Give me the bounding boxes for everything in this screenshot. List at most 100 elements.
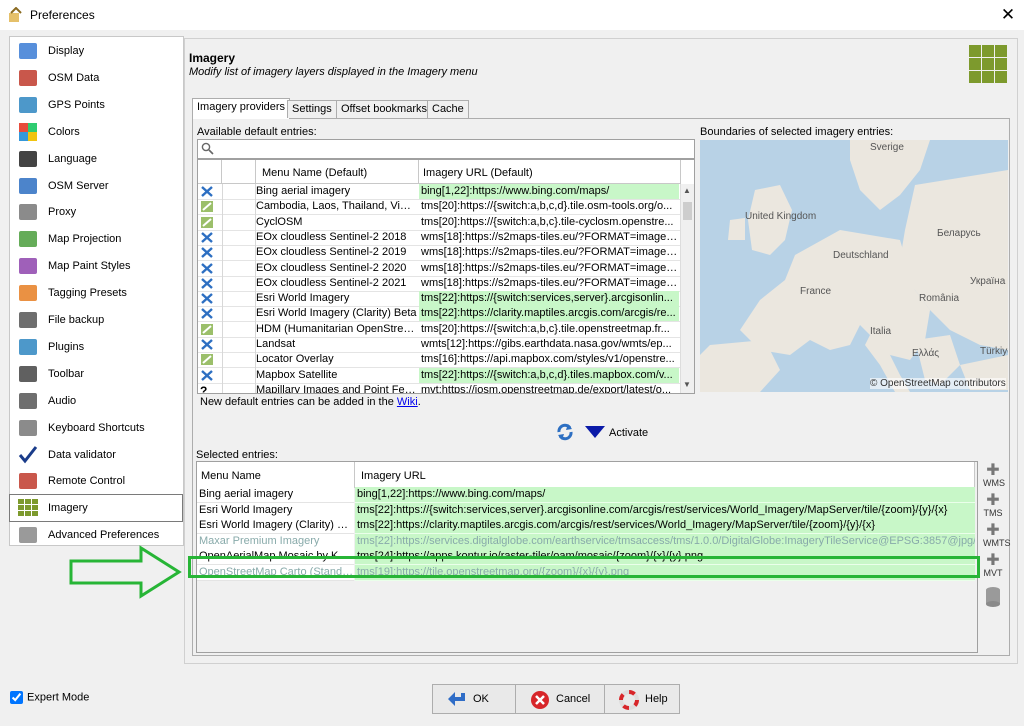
sidebar-item-file-backup[interactable]: File backup xyxy=(10,307,182,333)
tab-offset-bookmarks[interactable]: Offset bookmarks xyxy=(336,100,432,118)
scroll-up-icon[interactable]: ▲ xyxy=(683,186,691,195)
column-header-menu-name[interactable]: Menu Name (Default) xyxy=(256,160,419,184)
file-backup-icon xyxy=(18,311,38,329)
vertical-scrollbar[interactable]: ▲ ▼ xyxy=(680,184,694,393)
scroll-down-icon[interactable]: ▼ xyxy=(683,380,691,389)
sidebar-item-audio[interactable]: Audio xyxy=(10,388,182,414)
add-wmts-button[interactable]: ✚ WMTS xyxy=(983,523,1011,549)
sidebar-item-data-validator[interactable]: Data validator xyxy=(10,442,182,468)
wms-layer-icon xyxy=(200,185,214,198)
osm-server-icon xyxy=(18,177,38,195)
audio-icon xyxy=(18,392,38,410)
sidebar-item-map-paint-styles[interactable]: Map Paint Styles xyxy=(10,253,182,279)
boundaries-map[interactable]: Sverige United Kingdom Беларусь Deutschl… xyxy=(700,140,1008,392)
available-entries-label: Available default entries: xyxy=(197,126,317,138)
table-row[interactable]: EOx cloudless Sentinel-2 2018 wms[18]:htt… xyxy=(198,230,681,246)
wiki-link[interactable]: Wiki xyxy=(397,396,418,408)
sidebar-item-plugins[interactable]: Plugins xyxy=(10,334,182,360)
tab-imagery-providers[interactable]: Imagery providers xyxy=(192,98,291,119)
entry-url: wms[18]:https://s2maps-tiles.eu/?FORMAT=… xyxy=(421,261,679,274)
table-row[interactable]: Bing aerial imagery bing[1,22]:https://ww… xyxy=(197,487,977,503)
table-row[interactable]: Landsat wmts[12]:https://gibs.earthdata.n… xyxy=(198,337,681,353)
table-row[interactable]: Mapbox Satellite tms[22]:https://{switch:… xyxy=(198,367,681,384)
table-row[interactable]: ? Mapillary Images and Point Feat... mvt:h… xyxy=(198,383,681,394)
entry-url: tms[22]:https://{switch:a,b,c,d}.tiles.m… xyxy=(419,367,679,383)
sidebar-item-map-projection[interactable]: Map Projection xyxy=(10,226,182,252)
selected-entries-label: Selected entries: xyxy=(196,449,278,461)
table-row[interactable]: Esri World Imagery (Clarity) Beta tms[22]… xyxy=(198,306,681,323)
table-row[interactable]: CyclOSM tms[20]:https://{switch:a,b,c}.ti… xyxy=(198,215,681,231)
help-label: Help xyxy=(645,693,668,705)
sidebar-item-label: Colors xyxy=(48,125,80,138)
activate-button-label[interactable]: Activate xyxy=(609,427,648,439)
column-header-imagery-url[interactable]: Imagery URL xyxy=(355,462,975,488)
entry-url: wms[18]:https://s2maps-tiles.eu/?FORMAT=… xyxy=(421,246,679,259)
filter-input[interactable] xyxy=(197,139,695,159)
sidebar-item-proxy[interactable]: Proxy xyxy=(10,199,182,225)
add-tms-button[interactable]: ✚ TMS xyxy=(983,493,1003,519)
table-row[interactable]: EOx cloudless Sentinel-2 2021 wms[18]:htt… xyxy=(198,276,681,292)
window-title: Preferences xyxy=(30,8,95,22)
table-row[interactable]: Bing aerial imagery bing[1,22]:https://ww… xyxy=(198,184,681,200)
ok-button[interactable]: OK xyxy=(432,684,516,714)
entry-name: Locator Overlay xyxy=(256,353,334,366)
column-header-menu-name[interactable]: Menu Name xyxy=(197,462,355,488)
sidebar-item-toolbar[interactable]: Toolbar xyxy=(10,361,182,387)
wms-layer-icon xyxy=(200,292,214,305)
refresh-icon[interactable] xyxy=(555,422,575,442)
imagery-grid-icon xyxy=(969,45,1007,83)
sidebar-item-osm-data[interactable]: OSM Data xyxy=(10,65,182,91)
tab-cache[interactable]: Cache xyxy=(427,100,469,118)
unknown-layer-icon: ? xyxy=(200,383,208,394)
entry-name: EOx cloudless Sentinel-2 2020 xyxy=(256,261,407,274)
cancel-button[interactable]: Cancel xyxy=(515,684,605,714)
scrollbar-thumb[interactable] xyxy=(683,202,692,220)
table-row[interactable]: Esri World Imagery (Clarity) Beta tms[22]… xyxy=(197,518,977,535)
map-projection-icon xyxy=(18,230,38,248)
add-mvt-button[interactable]: ✚ MVT xyxy=(983,553,1003,579)
table-row[interactable]: EOx cloudless Sentinel-2 2019 wms[18]:htt… xyxy=(198,245,681,262)
wiki-note-end: . xyxy=(417,396,421,408)
search-icon xyxy=(201,142,214,155)
sidebar-item-label: Data validator xyxy=(48,448,116,461)
osm-data-icon xyxy=(18,69,38,87)
sidebar-item-label: Tagging Presets xyxy=(48,287,127,300)
entry-name: Esri World Imagery xyxy=(197,502,354,519)
delete-entry-icon[interactable] xyxy=(983,586,1003,608)
sidebar-item-display[interactable]: Display xyxy=(10,38,182,64)
table-row[interactable]: HDM (Humanitarian OpenStreet... tms[20]:h… xyxy=(198,322,681,338)
table-row[interactable]: Maxar Premium Imagery tms[22]:https://ser… xyxy=(197,533,977,550)
table-row[interactable]: Cambodia, Laos, Thailand, Vietn... tms[20… xyxy=(198,199,681,216)
sidebar-item-osm-server[interactable]: OSM Server xyxy=(10,173,182,199)
sidebar-item-gps-points[interactable]: GPS Points xyxy=(10,92,182,118)
activate-down-icon[interactable] xyxy=(584,425,606,439)
add-wms-button[interactable]: ✚ WMS xyxy=(983,463,1005,489)
expert-mode-checkbox[interactable]: Expert Mode xyxy=(10,691,89,704)
wms-layer-icon xyxy=(200,307,214,320)
entry-name: CyclOSM xyxy=(256,215,303,228)
table-row[interactable]: EOx cloudless Sentinel-2 2020 wms[18]:htt… xyxy=(198,261,681,277)
table-row[interactable]: Locator Overlay tms[16]:https://api.mapbo… xyxy=(198,352,681,369)
close-icon[interactable]: ✕ xyxy=(996,4,1020,26)
wms-layer-icon xyxy=(200,369,214,382)
sidebar-item-remote-control[interactable]: Remote Control xyxy=(10,468,182,494)
sidebar-item-tagging-presets[interactable]: Tagging Presets xyxy=(10,280,182,306)
expert-mode-check[interactable] xyxy=(10,691,23,704)
add-mvt-label: MVT xyxy=(983,568,1003,578)
column-header-imagery-url[interactable]: Imagery URL (Default) xyxy=(419,160,681,184)
help-button[interactable]: Help xyxy=(604,684,680,714)
table-row[interactable]: Esri World Imagery tms[22]:https://{switc… xyxy=(197,502,977,519)
sidebar-item-keyboard-shortcuts[interactable]: Keyboard Shortcuts xyxy=(10,415,182,441)
section-title: Imagery xyxy=(189,51,236,65)
wms-layer-icon xyxy=(200,262,214,275)
sidebar-item-language[interactable]: Language xyxy=(10,146,182,172)
sidebar-item-label: OSM Data xyxy=(48,71,100,84)
sidebar-item-imagery[interactable]: Imagery xyxy=(9,494,183,523)
sidebar-item-colors[interactable]: Colors xyxy=(10,119,182,145)
tab-settings[interactable]: Settings xyxy=(287,100,337,118)
sidebar-item-label: Advanced Preferences xyxy=(48,529,160,542)
table-row[interactable]: Esri World Imagery tms[22]:https://{switc… xyxy=(198,291,681,308)
display-icon xyxy=(18,42,38,60)
ok-arrow-icon xyxy=(448,692,465,706)
entry-name: Bing aerial imagery xyxy=(256,185,351,197)
